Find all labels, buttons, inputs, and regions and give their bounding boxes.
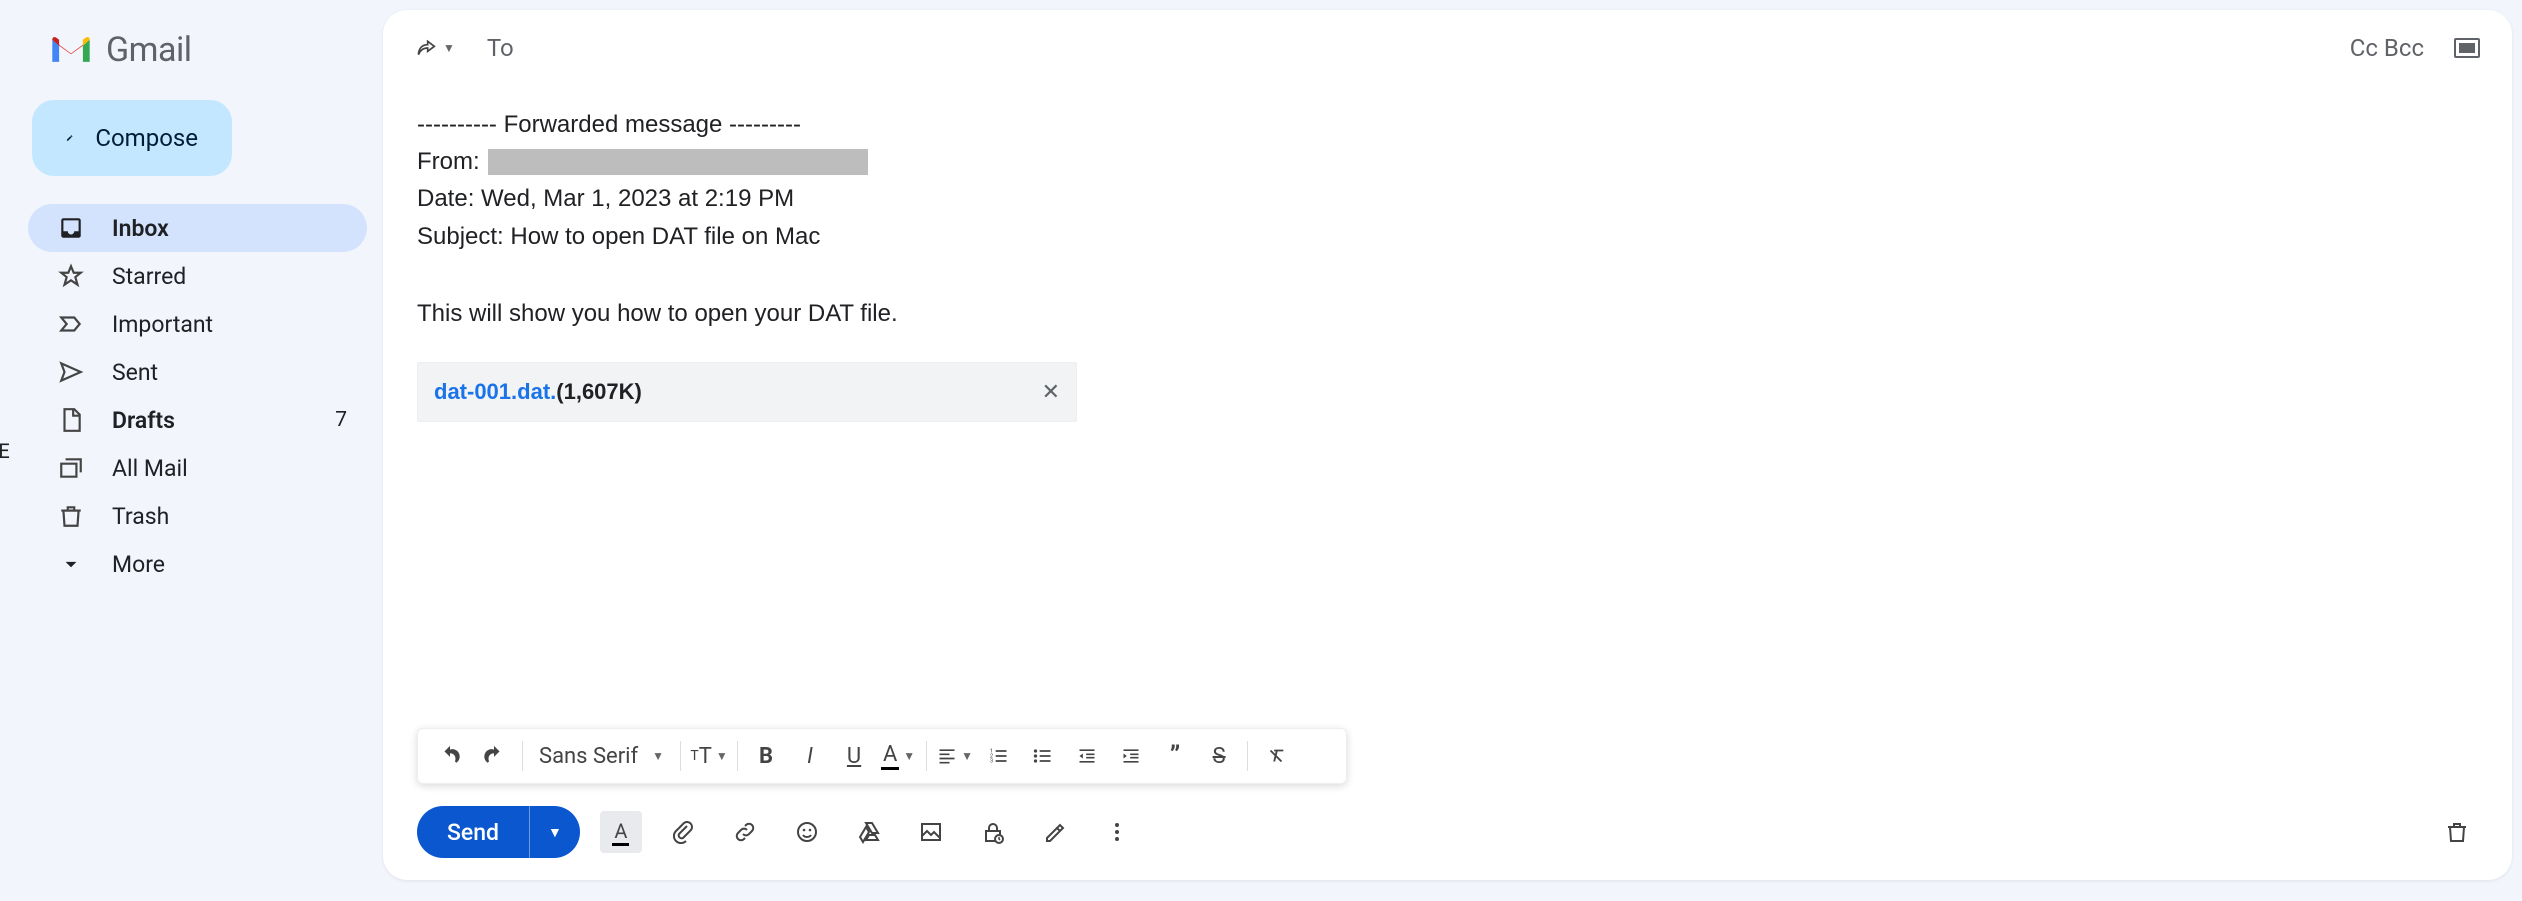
attachment-name: dat-001.dat. — [434, 375, 556, 409]
cc-button[interactable]: Cc — [2350, 34, 2378, 62]
italic-button[interactable]: I — [788, 736, 832, 776]
insert-emoji-button[interactable] — [786, 811, 828, 853]
more-options-button[interactable] — [1096, 811, 1138, 853]
gmail-logo-text: Gmail — [106, 30, 192, 70]
attachment-chip[interactable]: dat-001.dat.(1,607K) ✕ — [417, 362, 1077, 422]
undo-button[interactable] — [428, 736, 472, 776]
discard-draft-button[interactable] — [2436, 811, 2478, 853]
nav-label: Sent — [112, 359, 347, 386]
redo-button[interactable] — [472, 736, 516, 776]
nav-label: More — [112, 551, 347, 578]
sent-icon — [58, 359, 84, 385]
compose-pane: ▼ To Cc Bcc ---------- Forwarded message… — [383, 10, 2512, 880]
recipients-row: ▼ To Cc Bcc — [383, 10, 2512, 80]
nav-trash[interactable]: Trash — [28, 492, 367, 540]
folder-nav: Inbox Starred Important Sent Drafts 7 Al… — [8, 204, 383, 588]
insert-photo-button[interactable] — [910, 811, 952, 853]
redacted-sender — [488, 149, 868, 175]
font-size-button[interactable]: TT▼ — [687, 736, 731, 776]
pencil-icon — [66, 125, 73, 151]
bold-button[interactable]: B — [744, 736, 788, 776]
chevron-down-icon — [58, 551, 84, 577]
compose-label: Compose — [95, 124, 198, 152]
send-options-caret[interactable]: ▼ — [530, 824, 580, 841]
nav-more[interactable]: More — [28, 540, 367, 588]
nav-label: All Mail — [112, 455, 347, 482]
confidential-mode-button[interactable] — [972, 811, 1014, 853]
send-label: Send — [417, 819, 529, 846]
fullscreen-icon[interactable] — [2454, 38, 2480, 58]
send-button[interactable]: Send ▼ — [417, 806, 580, 858]
forwarded-header: ---------- Forwarded message --------- F… — [417, 106, 2478, 255]
nav-label: Inbox — [112, 215, 347, 242]
gmail-logo[interactable]: Gmail — [8, 20, 383, 100]
insert-drive-button[interactable] — [848, 811, 890, 853]
nav-allmail[interactable]: All Mail — [28, 444, 367, 492]
formatting-toolbar: Sans Serif ▼ TT▼ B I U A▼ ▼ 123 ” S — [417, 728, 1347, 784]
insert-link-button[interactable] — [724, 811, 766, 853]
attach-file-button[interactable] — [662, 811, 704, 853]
bcc-button[interactable]: Bcc — [2384, 34, 2424, 62]
fwd-from-row: From: — [417, 143, 2478, 180]
bulleted-list-button[interactable] — [1021, 736, 1065, 776]
sidebar: Gmail Compose Inbox Starred Important Se… — [8, 0, 383, 901]
nav-sent[interactable]: Sent — [28, 348, 367, 396]
nav-important[interactable]: Important — [28, 300, 367, 348]
fwd-from-label: From: — [417, 143, 480, 180]
remove-attachment-icon[interactable]: ✕ — [1042, 375, 1060, 409]
to-label[interactable]: To — [487, 34, 514, 62]
caret-down-icon: ▼ — [443, 41, 455, 55]
insert-signature-button[interactable] — [1034, 811, 1076, 853]
font-name: Sans Serif — [539, 744, 638, 769]
fwd-date: Date: Wed, Mar 1, 2023 at 2:19 PM — [417, 180, 2478, 217]
nav-label: Starred — [112, 263, 347, 290]
compose-button[interactable]: Compose — [32, 100, 232, 176]
remove-formatting-button[interactable] — [1254, 736, 1298, 776]
nav-label: Trash — [112, 503, 347, 530]
drafts-icon — [58, 407, 84, 433]
gmail-logo-icon — [48, 33, 94, 67]
nav-starred[interactable]: Starred — [28, 252, 367, 300]
indent-more-button[interactable] — [1109, 736, 1153, 776]
allmail-icon — [58, 455, 84, 481]
drafts-count: 7 — [335, 408, 347, 432]
nav-label: Important — [112, 311, 347, 338]
inbox-icon — [58, 215, 84, 241]
formatting-toggle-button[interactable]: A — [600, 811, 642, 853]
forward-arrow-icon — [413, 38, 439, 58]
font-family-select[interactable]: Sans Serif ▼ — [529, 744, 674, 769]
fwd-subject: Subject: How to open DAT file on Mac — [417, 218, 2478, 255]
reply-type-selector[interactable]: ▼ — [413, 38, 455, 58]
nav-inbox[interactable]: Inbox — [28, 204, 367, 252]
attachment-size: (1,607K) — [556, 375, 642, 409]
strikethrough-button[interactable]: S — [1197, 736, 1241, 776]
fwd-divider: ---------- Forwarded message --------- — [417, 106, 2478, 143]
compose-actions: Send ▼ A — [383, 784, 2512, 880]
message-body[interactable]: ---------- Forwarded message --------- F… — [383, 80, 2512, 710]
quote-button[interactable]: ” — [1153, 736, 1197, 776]
nav-label: Drafts — [112, 407, 307, 434]
body-text: This will show you how to open your DAT … — [417, 295, 2478, 332]
align-button[interactable]: ▼ — [933, 736, 977, 776]
important-icon — [58, 311, 84, 337]
indent-less-button[interactable] — [1065, 736, 1109, 776]
text-color-button[interactable]: A▼ — [876, 736, 920, 776]
trash-icon — [58, 503, 84, 529]
star-icon — [58, 263, 84, 289]
svg-text:3: 3 — [990, 759, 993, 765]
nav-drafts[interactable]: Drafts 7 — [28, 396, 367, 444]
caret-down-icon: ▼ — [652, 749, 664, 763]
underline-button[interactable]: U — [832, 736, 876, 776]
numbered-list-button[interactable]: 123 — [977, 736, 1021, 776]
